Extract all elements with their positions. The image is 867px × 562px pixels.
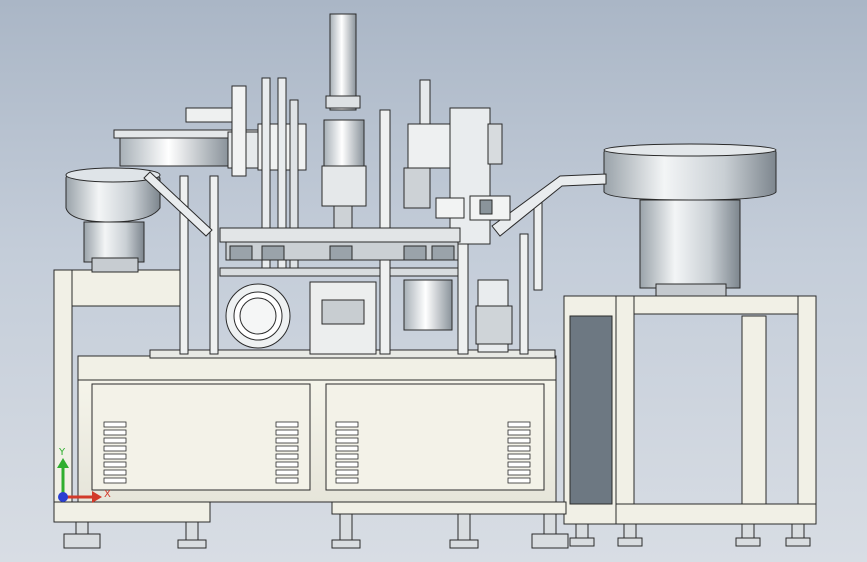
machine-drawing: Y X xyxy=(53,13,817,549)
vibratory-bowl-feeder-right xyxy=(603,143,777,297)
main-cabinet-base xyxy=(53,355,569,549)
triad-x-label: X xyxy=(104,489,111,500)
side-feeder-stand xyxy=(563,295,817,547)
upper-mechanism xyxy=(113,13,607,359)
triad-y-label: Y xyxy=(58,447,66,458)
rotary-index-table xyxy=(403,279,453,331)
cad-viewport[interactable]: Y X xyxy=(0,0,867,562)
